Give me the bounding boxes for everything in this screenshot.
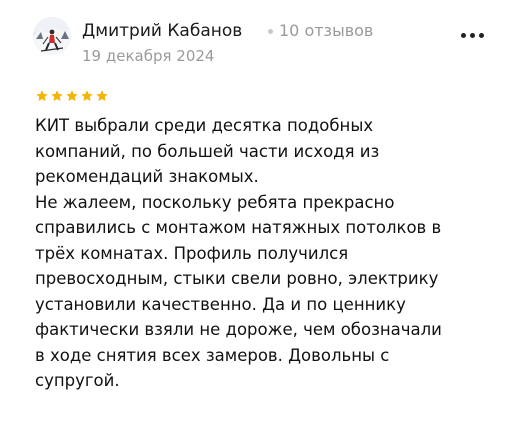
avatar-photo [33, 17, 71, 55]
separator-dot [268, 29, 273, 34]
more-dots-icon-dot [479, 33, 484, 38]
author-review-count[interactable]: 10 отзывов [279, 19, 373, 43]
more-options-button[interactable] [455, 25, 491, 45]
author-name[interactable]: Дмитрий Кабанов [82, 19, 242, 43]
review-date: 19 декабря 2024 [82, 47, 215, 65]
avatar[interactable] [33, 17, 71, 55]
more-dots-icon [461, 33, 466, 38]
star-icon [51, 90, 63, 102]
star-icon [66, 90, 78, 102]
star-icon [36, 90, 48, 102]
more-dots-icon-dot [470, 33, 475, 38]
review-card: Дмитрий Кабанов 10 отзывов 19 декабря 20… [0, 0, 507, 426]
review-text: КИТ выбрали среди десятка подобных компа… [35, 116, 442, 390]
star-icon [96, 90, 108, 102]
star-icon [81, 90, 93, 102]
rating-stars [35, 89, 109, 103]
